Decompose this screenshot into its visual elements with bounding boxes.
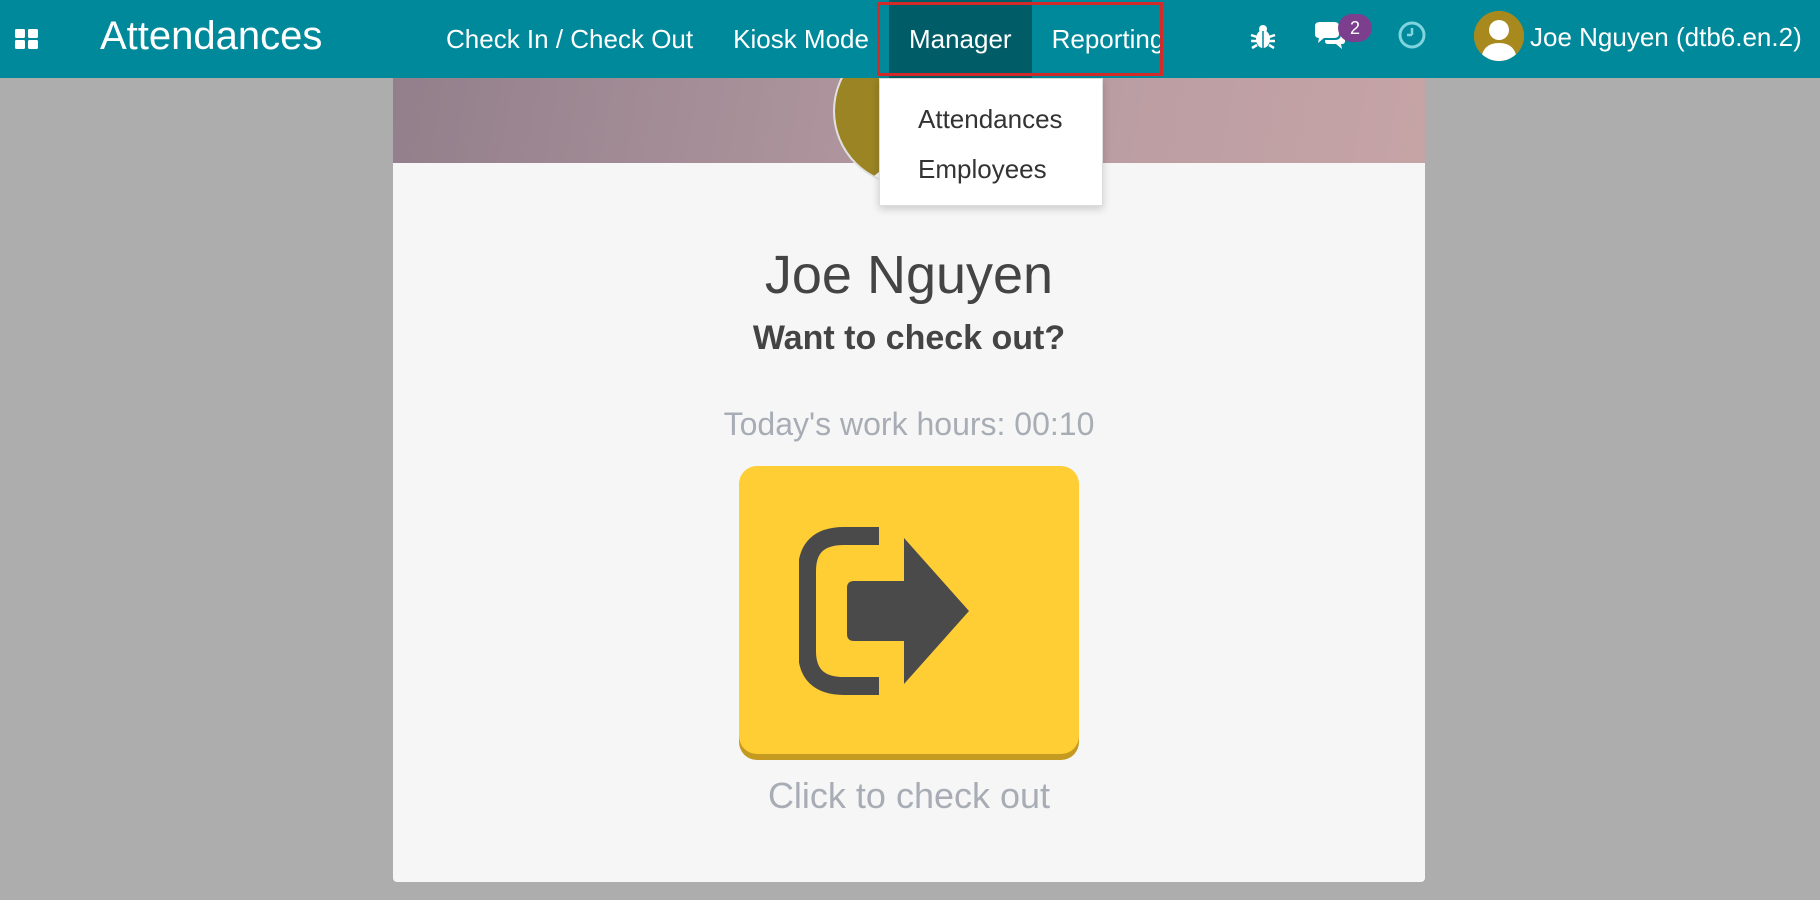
check-out-button[interactable] <box>739 466 1079 754</box>
menu-kiosk-mode[interactable]: Kiosk Mode <box>713 0 889 78</box>
main-menu: Check In / Check Out Kiosk Mode Manager … <box>426 0 1184 78</box>
click-to-check-out-hint: Click to check out <box>767 775 1051 816</box>
top-navbar: Attendances Check In / Check Out Kiosk M… <box>0 0 1820 78</box>
menu-check-in-check-out[interactable]: Check In / Check Out <box>426 0 713 78</box>
work-hours-text: Today's work hours: 00:10 <box>723 406 1095 442</box>
bug-icon[interactable] <box>1248 22 1278 52</box>
dropdown-item-attendances[interactable]: Attendances <box>918 103 1063 135</box>
user-avatar[interactable] <box>1474 11 1524 61</box>
chat-unread-badge: 2 <box>1338 14 1372 42</box>
check-out-question: Want to check out? <box>752 319 1066 357</box>
dropdown-item-employees[interactable]: Employees <box>918 153 1047 185</box>
clock-icon[interactable] <box>1396 19 1428 51</box>
sign-out-icon <box>799 527 969 695</box>
apps-grid-icon[interactable] <box>10 22 44 56</box>
menu-manager[interactable]: Manager <box>888 0 1032 78</box>
employee-name: Joe Nguyen <box>764 245 1054 305</box>
user-menu-name[interactable]: Joe Nguyen (dtb6.en.2) <box>1530 21 1802 53</box>
menu-reporting[interactable]: Reporting <box>1032 0 1185 78</box>
app-title[interactable]: Attendances <box>100 12 322 60</box>
manager-dropdown-menu: Attendances Employees <box>879 78 1103 206</box>
